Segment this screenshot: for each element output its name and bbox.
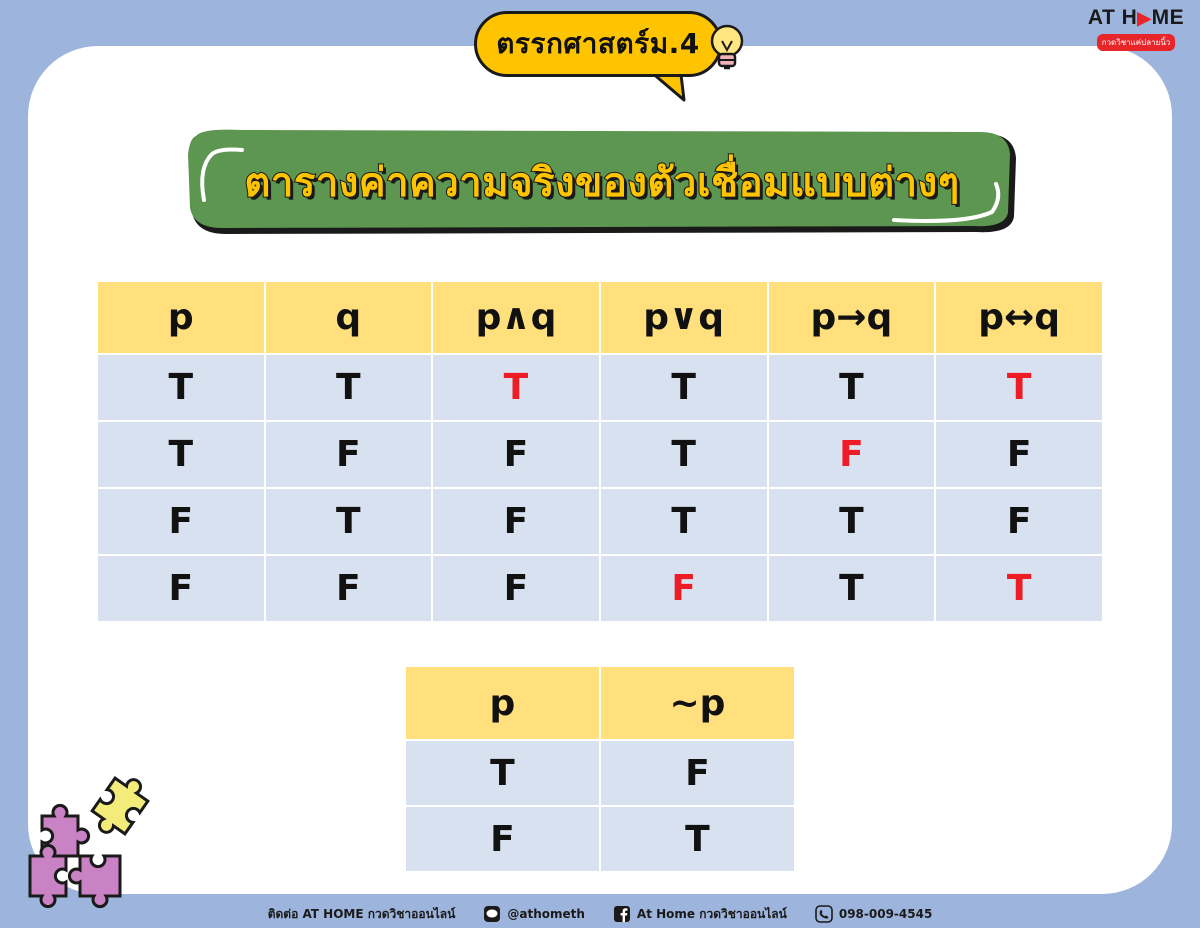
topic-bubble: ตรรกศาสตร์ม.4	[474, 11, 722, 77]
logo-wordmark: AT H▶ME	[1087, 6, 1185, 29]
header-cell: p↔q	[934, 280, 1104, 355]
topic-label: ตรรกศาสตร์ม.4	[496, 27, 700, 60]
table-row: F T	[404, 805, 797, 873]
line-icon	[484, 906, 501, 922]
truth-table: p q p∧q p∨q p→q p↔q T T T T T T T F F T …	[96, 280, 1104, 623]
footer-line[interactable]: @athometh	[483, 905, 585, 923]
table-cell: T	[766, 554, 937, 623]
table-cell: T	[404, 739, 601, 807]
table-cell: F	[263, 420, 434, 489]
table-cell-highlight: F	[598, 554, 769, 623]
footer-phone[interactable]: 098-009-4545	[815, 905, 932, 923]
table-row: T T T T T T	[96, 353, 1104, 422]
table-cell: T	[96, 420, 266, 489]
table-cell: T	[598, 420, 769, 489]
header-cell: ~p	[598, 665, 797, 741]
table-cell: F	[431, 554, 601, 623]
table-cell: T	[598, 353, 769, 422]
table-cell: T	[263, 487, 434, 556]
table-cell: T	[263, 353, 434, 422]
play-icon: ▶	[1137, 8, 1152, 28]
table-cell: F	[96, 554, 266, 623]
header-cell: q	[263, 280, 434, 355]
table-cell: F	[934, 420, 1104, 489]
table-cell: F	[598, 739, 797, 807]
footer-facebook[interactable]: At Home กวดวิชาออนไลน์	[613, 905, 787, 924]
table-cell: T	[598, 487, 769, 556]
table-cell-highlight: F	[766, 420, 937, 489]
phone-icon	[815, 905, 833, 923]
page-title: ตารางค่าความจริงของตัวเชื่อมแบบต่างๆ	[243, 159, 960, 207]
header-cell: p→q	[766, 280, 937, 355]
header-cell: p∧q	[431, 280, 601, 355]
table-cell: F	[431, 487, 601, 556]
table-cell: F	[934, 487, 1104, 556]
facebook-page: At Home กวดวิชาออนไลน์	[636, 906, 787, 921]
table-cell: T	[766, 353, 937, 422]
phone-number: 098-009-4545	[838, 907, 933, 921]
table-cell-highlight: T	[431, 353, 601, 422]
table-row: T F F T F F	[96, 420, 1104, 489]
truth-table-header-row: p q p∧q p∨q p→q p↔q	[96, 280, 1104, 355]
header-cell: p	[404, 665, 601, 741]
table-cell: T	[96, 353, 266, 422]
table-cell-highlight: T	[934, 353, 1104, 422]
negation-table: p ~p T F F T	[404, 665, 797, 873]
footer-contact-label: ติดต่อ AT HOME กวดวิชาออนไลน์	[267, 906, 456, 921]
table-cell: F	[96, 487, 266, 556]
puzzle-pieces-icon	[28, 776, 150, 909]
table-cell: T	[766, 487, 937, 556]
table-row: F F F F T T	[96, 554, 1104, 623]
lightbulb-icon	[710, 24, 744, 70]
table-cell: F	[431, 420, 601, 489]
brand-logo: AT H▶ME กวดวิชาแค่ปลายนิ้ว	[1086, 6, 1186, 51]
table-cell: F	[263, 554, 434, 623]
footer-contact: ติดต่อ AT HOME กวดวิชาออนไลน์ @athometh …	[0, 904, 1200, 924]
line-id: @athometh	[507, 907, 585, 921]
negation-table-header-row: p ~p	[404, 665, 797, 741]
table-cell: F	[404, 805, 601, 873]
table-row: F T F T T F	[96, 487, 1104, 556]
header-cell: p∨q	[598, 280, 769, 355]
table-cell-highlight: T	[934, 554, 1104, 623]
header-cell: p	[96, 280, 266, 355]
page-title-wrap: ตารางค่าความจริงของตัวเชื่อมแบบต่างๆ	[186, 128, 1018, 236]
facebook-icon	[613, 906, 630, 922]
table-cell: T	[598, 805, 797, 873]
logo-tagline: กวดวิชาแค่ปลายนิ้ว	[1096, 34, 1176, 51]
table-row: T F	[404, 739, 797, 807]
